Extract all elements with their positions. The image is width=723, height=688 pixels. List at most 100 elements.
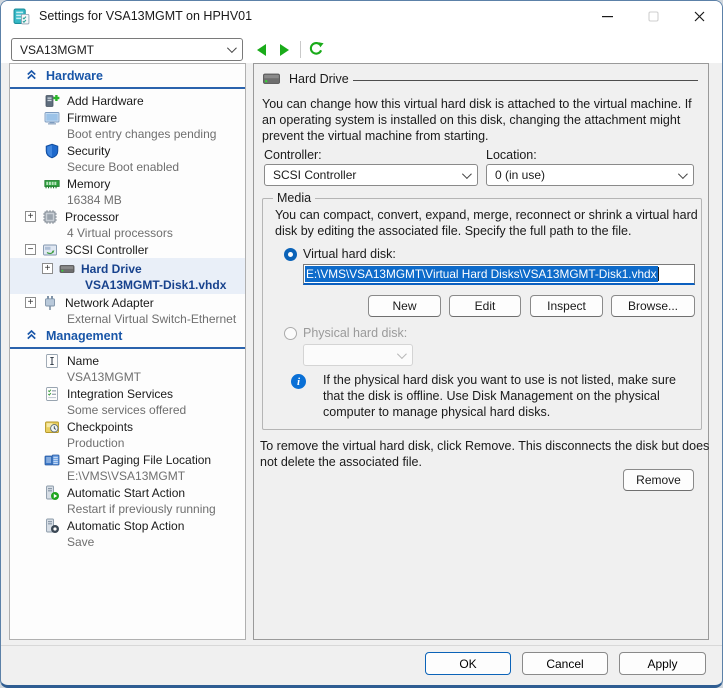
ok-button[interactable]: OK [425, 652, 511, 675]
sidebar-item-name[interactable]: Name [10, 352, 245, 369]
virtual-hard-disk-radio[interactable] [284, 248, 297, 261]
section-label: Hardware [46, 69, 103, 83]
controller-label: Controller: [264, 148, 322, 162]
close-button[interactable] [676, 1, 722, 31]
sidebar-item-sub: E:\VMS\VSA13MGMT [10, 468, 245, 484]
expander-plus-icon[interactable]: + [25, 297, 36, 308]
expander-plus-icon[interactable]: + [25, 211, 36, 222]
sidebar-item-add-hardware[interactable]: Add Hardware [10, 92, 245, 109]
physical-hard-disk-radio [284, 327, 297, 340]
cancel-button[interactable]: Cancel [522, 652, 608, 675]
info-icon: i [291, 374, 306, 389]
text-caret [658, 267, 660, 281]
auto-start-icon [44, 485, 60, 501]
sidebar-item-sub: Save [10, 534, 245, 550]
controller-dropdown[interactable]: SCSI Controller [264, 164, 478, 186]
sidebar-item-sub: Some services offered [10, 402, 245, 418]
remove-button[interactable]: Remove [623, 469, 694, 491]
rename-icon [44, 353, 60, 369]
sidebar: Hardware Add Hardware Firmware [9, 63, 246, 640]
minimize-button[interactable] [584, 1, 630, 31]
chevron-down-icon [397, 349, 407, 359]
titlebar: Settings for VSA13MGMT on HPHV01 [1, 1, 722, 31]
vhd-path-selected-text: E:\VMS\VSA13MGMT\Virtual Hard Disks\VSA1… [305, 266, 658, 282]
sidebar-section-hardware[interactable]: Hardware [10, 67, 245, 85]
hyperv-settings-icon [13, 8, 30, 25]
media-groupbox: Media You can compact, convert, expand, … [262, 198, 702, 430]
physical-disk-info-text: If the physical hard disk you want to us… [323, 372, 697, 420]
scsi-controller-icon [42, 242, 58, 258]
virtual-hard-disk-label: Virtual hard disk: [303, 247, 396, 261]
new-button[interactable]: New [368, 295, 441, 317]
sidebar-item-network-adapter[interactable]: + Network Adapter [10, 294, 245, 311]
apply-button[interactable]: Apply [619, 652, 706, 675]
chevron-down-icon [227, 43, 237, 53]
sidebar-item-smart-paging[interactable]: Smart Paging File Location [10, 451, 245, 468]
location-dropdown[interactable]: 0 (in use) [486, 164, 694, 186]
vhd-path-input[interactable]: E:\VMS\VSA13MGMT\Virtual Hard Disks\VSA1… [303, 264, 695, 285]
media-text: You can compact, convert, expand, merge,… [275, 207, 699, 239]
location-label: Location: [486, 148, 537, 162]
physical-hard-disk-label: Physical hard disk: [303, 326, 407, 340]
sidebar-item-hard-drive[interactable]: + Hard Drive VSA13MGMT-Disk1.vhdx [10, 258, 245, 294]
sidebar-item-sub: External Virtual Switch-Ethernet [10, 311, 245, 327]
section-label: Management [46, 329, 122, 343]
sidebar-item-sub: Production [10, 435, 245, 451]
sidebar-item-auto-stop[interactable]: Automatic Stop Action [10, 517, 245, 534]
browse-button[interactable]: Browse... [611, 295, 695, 317]
checkpoints-icon [44, 419, 60, 435]
memory-icon [44, 176, 60, 192]
shield-icon [44, 143, 60, 159]
chevron-down-icon [678, 169, 688, 179]
section-underline [10, 87, 245, 89]
section-underline [10, 347, 245, 349]
settings-window: Settings for VSA13MGMT on HPHV01 VSA13MG… [0, 0, 723, 688]
settings-pane: Hard Drive You can change how this virtu… [253, 63, 709, 640]
sidebar-item-processor[interactable]: + Processor [10, 208, 245, 225]
firmware-icon [44, 110, 60, 126]
intro-text: You can change how this virtual hard dis… [262, 96, 709, 144]
sidebar-item-auto-start[interactable]: Automatic Start Action [10, 484, 245, 501]
navigate-forward-button[interactable] [280, 44, 289, 56]
sidebar-item-sub: Secure Boot enabled [10, 159, 245, 175]
sidebar-item-sub: Boot entry changes pending [10, 126, 245, 142]
sidebar-item-checkpoints[interactable]: Checkpoints [10, 418, 245, 435]
header-rule [353, 80, 698, 81]
expander-minus-icon[interactable]: − [25, 244, 36, 255]
add-hardware-icon [44, 93, 60, 109]
maximize-button [630, 1, 676, 31]
chevron-down-icon [462, 169, 472, 179]
footer-separator [1, 645, 722, 646]
location-value: 0 (in use) [495, 168, 545, 182]
media-groupbox-label: Media [273, 191, 315, 205]
edit-button[interactable]: Edit [449, 295, 521, 317]
sidebar-item-memory[interactable]: Memory [10, 175, 245, 192]
sidebar-item-integration-services[interactable]: Integration Services [10, 385, 245, 402]
remove-help-text: To remove the virtual hard disk, click R… [260, 438, 710, 470]
sidebar-item-sub: 16384 MB [10, 192, 245, 208]
pane-title: Hard Drive [289, 72, 349, 86]
refresh-button[interactable] [308, 41, 324, 57]
collapse-chevron-icon [25, 68, 38, 84]
auto-stop-icon [44, 518, 60, 534]
sidebar-section-management[interactable]: Management [10, 327, 245, 345]
sidebar-item-security[interactable]: Security [10, 142, 245, 159]
navigate-back-button[interactable] [257, 44, 266, 56]
sidebar-item-sub: Restart if previously running [10, 501, 245, 517]
integration-services-icon [44, 386, 60, 402]
sidebar-item-sub: VSA13MGMT [10, 369, 245, 385]
physical-disk-dropdown [303, 344, 413, 366]
sidebar-item-sub: VSA13MGMT-Disk1.vhdx [10, 277, 245, 293]
hard-drive-icon [59, 261, 75, 277]
collapse-chevron-icon [25, 328, 38, 344]
inspect-button[interactable]: Inspect [530, 295, 603, 317]
hard-drive-icon [263, 73, 280, 85]
vm-selector-dropdown[interactable]: VSA13MGMT [11, 38, 243, 61]
vm-selector-value: VSA13MGMT [20, 43, 94, 57]
sidebar-item-firmware[interactable]: Firmware [10, 109, 245, 126]
sidebar-item-scsi-controller[interactable]: − SCSI Controller [10, 241, 245, 258]
controller-value: SCSI Controller [273, 168, 356, 182]
expander-plus-icon[interactable]: + [42, 263, 53, 274]
sidebar-item-sub: 4 Virtual processors [10, 225, 245, 241]
network-adapter-icon [42, 295, 58, 311]
